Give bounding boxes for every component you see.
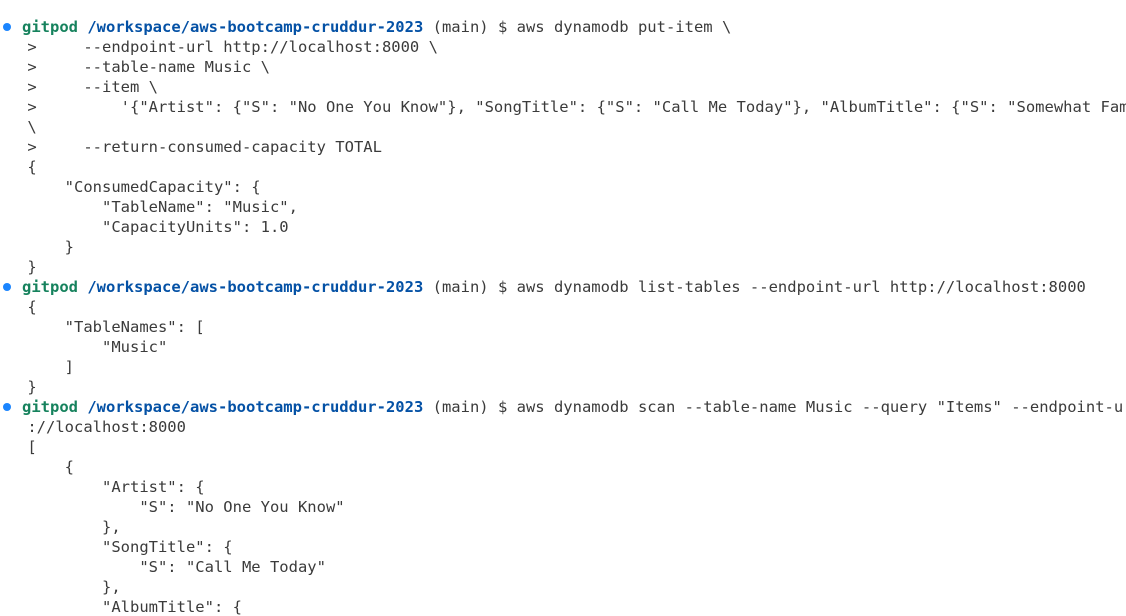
prompt-user: gitpod — [22, 18, 78, 36]
command-text: aws dynamodb put-item \ — [516, 18, 732, 36]
prompt-branch: (main) $ — [432, 18, 508, 36]
output-text: }, — [18, 518, 121, 536]
output-text: > --endpoint-url http://localhost:8000 \ — [18, 38, 438, 56]
prompt-branch: (main) $ — [432, 398, 508, 416]
output-line: { — [0, 297, 1126, 317]
output-text: > --return-consumed-capacity TOTAL — [18, 138, 382, 156]
output-line: > --table-name Music \ — [0, 57, 1126, 77]
output-text: } — [18, 378, 37, 396]
output-line: } — [0, 257, 1126, 277]
output-text: "ConsumedCapacity": { — [18, 178, 261, 196]
output-text: "Artist": { — [18, 478, 205, 496]
prompt-line: gitpod /workspace/aws-bootcamp-cruddur-2… — [0, 277, 1126, 297]
output-text: "SongTitle": { — [18, 538, 233, 556]
prompt-user: gitpod — [22, 278, 78, 296]
output-line: \ — [0, 117, 1126, 137]
output-line: > --item \ — [0, 77, 1126, 97]
output-line: "TableName": "Music", — [0, 197, 1126, 217]
prompt-path: /workspace/aws-bootcamp-cruddur-2023 — [87, 398, 424, 416]
output-text: "S": "Call Me Today" — [18, 558, 326, 576]
output-line: > '{"Artist": {"S": "No One You Know"}, … — [0, 97, 1126, 117]
output-text: \ — [18, 118, 37, 136]
prompt-user: gitpod — [22, 398, 78, 416]
output-line: "CapacityUnits": 1.0 — [0, 217, 1126, 237]
output-line: "AlbumTitle": { — [0, 597, 1126, 616]
output-text: "AlbumTitle": { — [18, 598, 242, 616]
prompt-path: /workspace/aws-bootcamp-cruddur-2023 — [87, 278, 424, 296]
output-line: } — [0, 377, 1126, 397]
prompt-line: gitpod /workspace/aws-bootcamp-cruddur-2… — [0, 397, 1126, 417]
output-text: { — [18, 458, 74, 476]
output-text: "Music" — [18, 338, 168, 356]
output-line: }, — [0, 517, 1126, 537]
output-text: "TableNames": [ — [18, 318, 205, 336]
output-text: > --item \ — [18, 78, 158, 96]
prompt-branch: (main) $ — [432, 278, 508, 296]
command-status-dot-icon[interactable] — [3, 283, 11, 291]
output-text: ://localhost:8000 — [18, 418, 186, 436]
output-line: } — [0, 237, 1126, 257]
output-line: ] — [0, 357, 1126, 377]
output-line: "Artist": { — [0, 477, 1126, 497]
output-line: [ — [0, 437, 1126, 457]
output-text: [ — [18, 438, 37, 456]
output-text: "TableName": "Music", — [18, 198, 298, 216]
output-text: { — [18, 158, 37, 176]
output-text: ] — [18, 358, 74, 376]
command-text: aws dynamodb scan --table-name Music --q… — [516, 398, 1126, 416]
output-line: { — [0, 457, 1126, 477]
command-status-dot-icon[interactable] — [3, 403, 11, 411]
output-line: "ConsumedCapacity": { — [0, 177, 1126, 197]
output-text: { — [18, 298, 37, 316]
output-line: ://localhost:8000 — [0, 417, 1126, 437]
output-line: "S": "Call Me Today" — [0, 557, 1126, 577]
prompt-path: /workspace/aws-bootcamp-cruddur-2023 — [87, 18, 424, 36]
output-line: }, — [0, 577, 1126, 597]
output-line: "TableNames": [ — [0, 317, 1126, 337]
output-line: > --endpoint-url http://localhost:8000 \ — [0, 37, 1126, 57]
output-text: } — [18, 258, 37, 276]
output-text: "CapacityUnits": 1.0 — [18, 218, 289, 236]
output-line: > --return-consumed-capacity TOTAL — [0, 137, 1126, 157]
output-text: > --table-name Music \ — [18, 58, 270, 76]
terminal-output[interactable]: gitpod /workspace/aws-bootcamp-cruddur-2… — [0, 0, 1126, 616]
command-status-dot-icon[interactable] — [3, 23, 11, 31]
output-text: > '{"Artist": {"S": "No One You Know"}, … — [18, 98, 1126, 116]
output-line: { — [0, 157, 1126, 177]
output-text: "S": "No One You Know" — [18, 498, 345, 516]
prompt-line: gitpod /workspace/aws-bootcamp-cruddur-2… — [0, 17, 1126, 37]
output-line: "S": "No One You Know" — [0, 497, 1126, 517]
output-text: }, — [18, 578, 121, 596]
output-text: } — [18, 238, 74, 256]
output-line: "Music" — [0, 337, 1126, 357]
command-text: aws dynamodb list-tables --endpoint-url … — [516, 278, 1086, 296]
output-line: "SongTitle": { — [0, 537, 1126, 557]
